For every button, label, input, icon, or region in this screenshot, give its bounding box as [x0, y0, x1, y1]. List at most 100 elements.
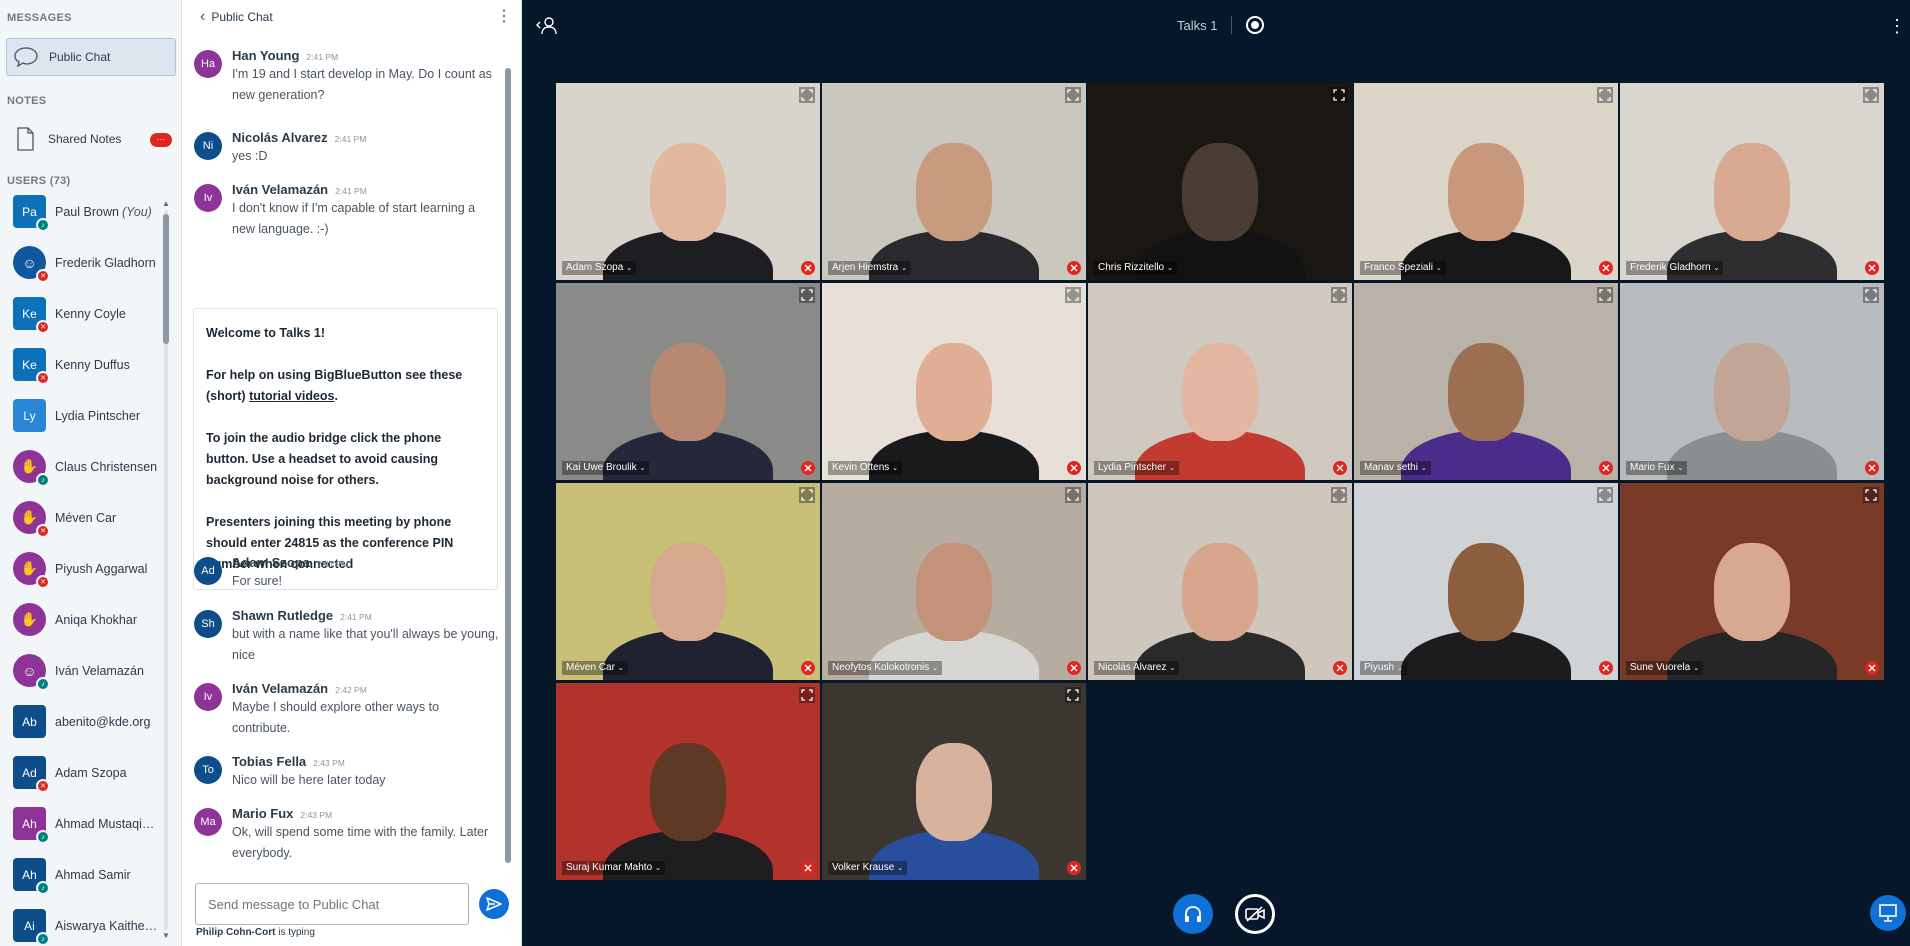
fullscreen-button[interactable] [799, 287, 815, 303]
welcome-punct: ! [320, 326, 326, 340]
scroll-thumb[interactable] [163, 214, 169, 344]
fullscreen-button[interactable] [1863, 87, 1879, 103]
fullscreen-button[interactable] [799, 87, 815, 103]
fullscreen-button[interactable] [799, 487, 815, 503]
fullscreen-button[interactable] [1065, 487, 1081, 503]
avatar: ✋ ♪ [13, 450, 50, 487]
user-list-item[interactable]: Ad ✕ Adam Szopa [0, 747, 172, 798]
scroll-thumb[interactable] [505, 68, 511, 863]
fullscreen-icon [1865, 489, 1877, 501]
audio-button[interactable] [1173, 894, 1213, 934]
userlist-scrollbar[interactable]: ▲ ▼ [162, 200, 170, 940]
send-button[interactable] [479, 889, 509, 919]
video-username-dropdown[interactable]: Mario Fux ⌄ [1626, 461, 1688, 475]
video-username-dropdown[interactable]: Manav sethi ⌄ [1360, 461, 1431, 475]
video-username-dropdown[interactable]: Frederik Gladhorn ⌄ [1626, 261, 1724, 275]
presentation-button[interactable] [1870, 895, 1906, 931]
muted-mic-icon [1067, 661, 1081, 675]
scroll-down-icon[interactable]: ▼ [162, 932, 170, 940]
avatar: Ab [13, 705, 46, 738]
fullscreen-button[interactable] [1331, 487, 1347, 503]
user-list-item[interactable]: Ly Lydia Pintscher [0, 390, 172, 441]
user-list-item[interactable]: ✋ ♪ Claus Christensen [0, 441, 172, 492]
scroll-up-icon[interactable]: ▲ [162, 200, 170, 208]
record-icon[interactable] [1246, 16, 1264, 34]
user-list-item[interactable]: ☺ ✕ Frederik Gladhorn [0, 237, 172, 288]
muted-mic-icon [1067, 861, 1081, 875]
user-name: Kenny Duffus [55, 357, 130, 372]
chat-scrollbar[interactable] [503, 58, 513, 873]
avatar-initials: Ah [22, 867, 37, 882]
video-feed [916, 543, 992, 641]
typing-text: is typing [275, 927, 315, 938]
fullscreen-button[interactable] [1065, 87, 1081, 103]
fullscreen-button[interactable] [1597, 87, 1613, 103]
avatar: Sh [194, 610, 222, 638]
fullscreen-button[interactable] [1863, 487, 1879, 503]
video-username-dropdown[interactable]: Adam Szopa ⌄ [562, 261, 637, 275]
muted-mic-icon [801, 861, 815, 875]
video-tile: Nicolás Alvarez ⌄ [1088, 483, 1352, 680]
message-time: 2:41 PM [306, 52, 339, 62]
fullscreen-button[interactable] [799, 687, 815, 703]
chat-message: Iv Iván Velamazán 2:42 PM Maybe I should ex… [194, 681, 499, 739]
avatar: Ha [194, 50, 222, 78]
video-username-dropdown[interactable]: Nicolás Alvarez ⌄ [1094, 661, 1180, 675]
chevron-down-icon: ⌄ [1693, 665, 1700, 672]
user-list-item[interactable]: Ke ✕ Kenny Duffus [0, 339, 172, 390]
avatar: Ad ✕ [13, 756, 50, 793]
video-username-dropdown[interactable]: Kai Uwe Broulik ⌄ [562, 461, 650, 475]
message-author: Han Young 2:41 PM [232, 48, 339, 63]
video-username-dropdown[interactable]: Piyush ⌄ [1360, 661, 1407, 675]
meeting-title: Talks 1 [1177, 18, 1218, 33]
fullscreen-button[interactable] [1863, 287, 1879, 303]
user-name: Claus Christensen [55, 459, 158, 474]
video-username-dropdown[interactable]: Volker Krause ⌄ [828, 861, 908, 875]
video-username-dropdown[interactable]: Franco Speziali ⌄ [1360, 261, 1446, 275]
video-tile: Neofytos Kolokotronis ⌄ [822, 483, 1086, 680]
shared-notes-item[interactable]: Shared Notes ··· [6, 120, 176, 158]
video-feed [916, 743, 992, 841]
user-list-item[interactable]: Pa ♪ Paul Brown (You) [0, 186, 172, 237]
user-list-item[interactable]: ✋ ✕ Méven Car [0, 492, 172, 543]
video-tile: Franco Speziali ⌄ [1354, 83, 1618, 280]
video-username-dropdown[interactable]: Chris Rizzitello ⌄ [1094, 261, 1177, 275]
message-input[interactable] [195, 883, 469, 925]
video-feed [1182, 143, 1258, 241]
video-username-dropdown[interactable]: Méven Car ⌄ [562, 661, 628, 675]
options-menu-icon[interactable]: ⋮ [1888, 16, 1906, 36]
user-list-item[interactable]: Ah ♪ Ahmad Samir [0, 849, 172, 900]
chat-title: Public Chat [211, 10, 273, 24]
video-username-dropdown[interactable]: Lydia Pintscher ⌄ [1094, 461, 1179, 475]
user-list-item[interactable]: Ab abenito@kde.org [0, 696, 172, 747]
fullscreen-button[interactable] [1065, 687, 1081, 703]
user-list-item[interactable]: ✋ Aniqa Khokhar [0, 594, 172, 645]
toggle-userlist-button[interactable] [536, 14, 558, 36]
user-list-item[interactable]: ☺ ♪ Iván Velamazán [0, 645, 172, 696]
user-list-item[interactable]: Ah ♪ Ahmad Mustaqi… [0, 798, 172, 849]
user-list-item[interactable]: Ke ✕ Kenny Coyle [0, 288, 172, 339]
fullscreen-button[interactable] [1331, 287, 1347, 303]
public-chat-item[interactable]: Public Chat [6, 38, 176, 76]
video-username-dropdown[interactable]: Suraj Kumar Mahto ⌄ [562, 861, 666, 875]
tutorial-videos-link[interactable]: tutorial videos [249, 389, 334, 403]
message-time: 2:41 PM [317, 559, 349, 569]
message-author: Shawn Rutledge 2:41 PM [232, 608, 372, 623]
video-username-dropdown[interactable]: Sune Vuorela ⌄ [1626, 661, 1704, 675]
video-username-dropdown[interactable]: Kevin Ottens ⌄ [828, 461, 903, 475]
avatar: Ah ♪ [13, 858, 50, 895]
listen-only-icon: ♪ [36, 473, 50, 487]
chat-options-icon[interactable]: ⋮ [496, 8, 512, 26]
fullscreen-button[interactable] [1597, 487, 1613, 503]
public-chat-label: Public Chat [49, 50, 111, 64]
fullscreen-button[interactable] [1597, 287, 1613, 303]
user-list-item[interactable]: ✋ ✕ Piyush Aggarwal [0, 543, 172, 594]
video-button[interactable] [1235, 894, 1275, 934]
video-username-dropdown[interactable]: Neofytos Kolokotronis ⌄ [828, 661, 943, 675]
video-username-dropdown[interactable]: Arjen Hiemstra ⌄ [828, 261, 912, 275]
user-list-item[interactable]: Ai ♪ Aiswarya Kaither… [0, 900, 172, 946]
hide-chat-button[interactable]: ‹ Public Chat [200, 9, 273, 25]
fullscreen-button[interactable] [1331, 87, 1347, 103]
user-name: Méven Car [55, 510, 117, 525]
fullscreen-button[interactable] [1065, 287, 1081, 303]
